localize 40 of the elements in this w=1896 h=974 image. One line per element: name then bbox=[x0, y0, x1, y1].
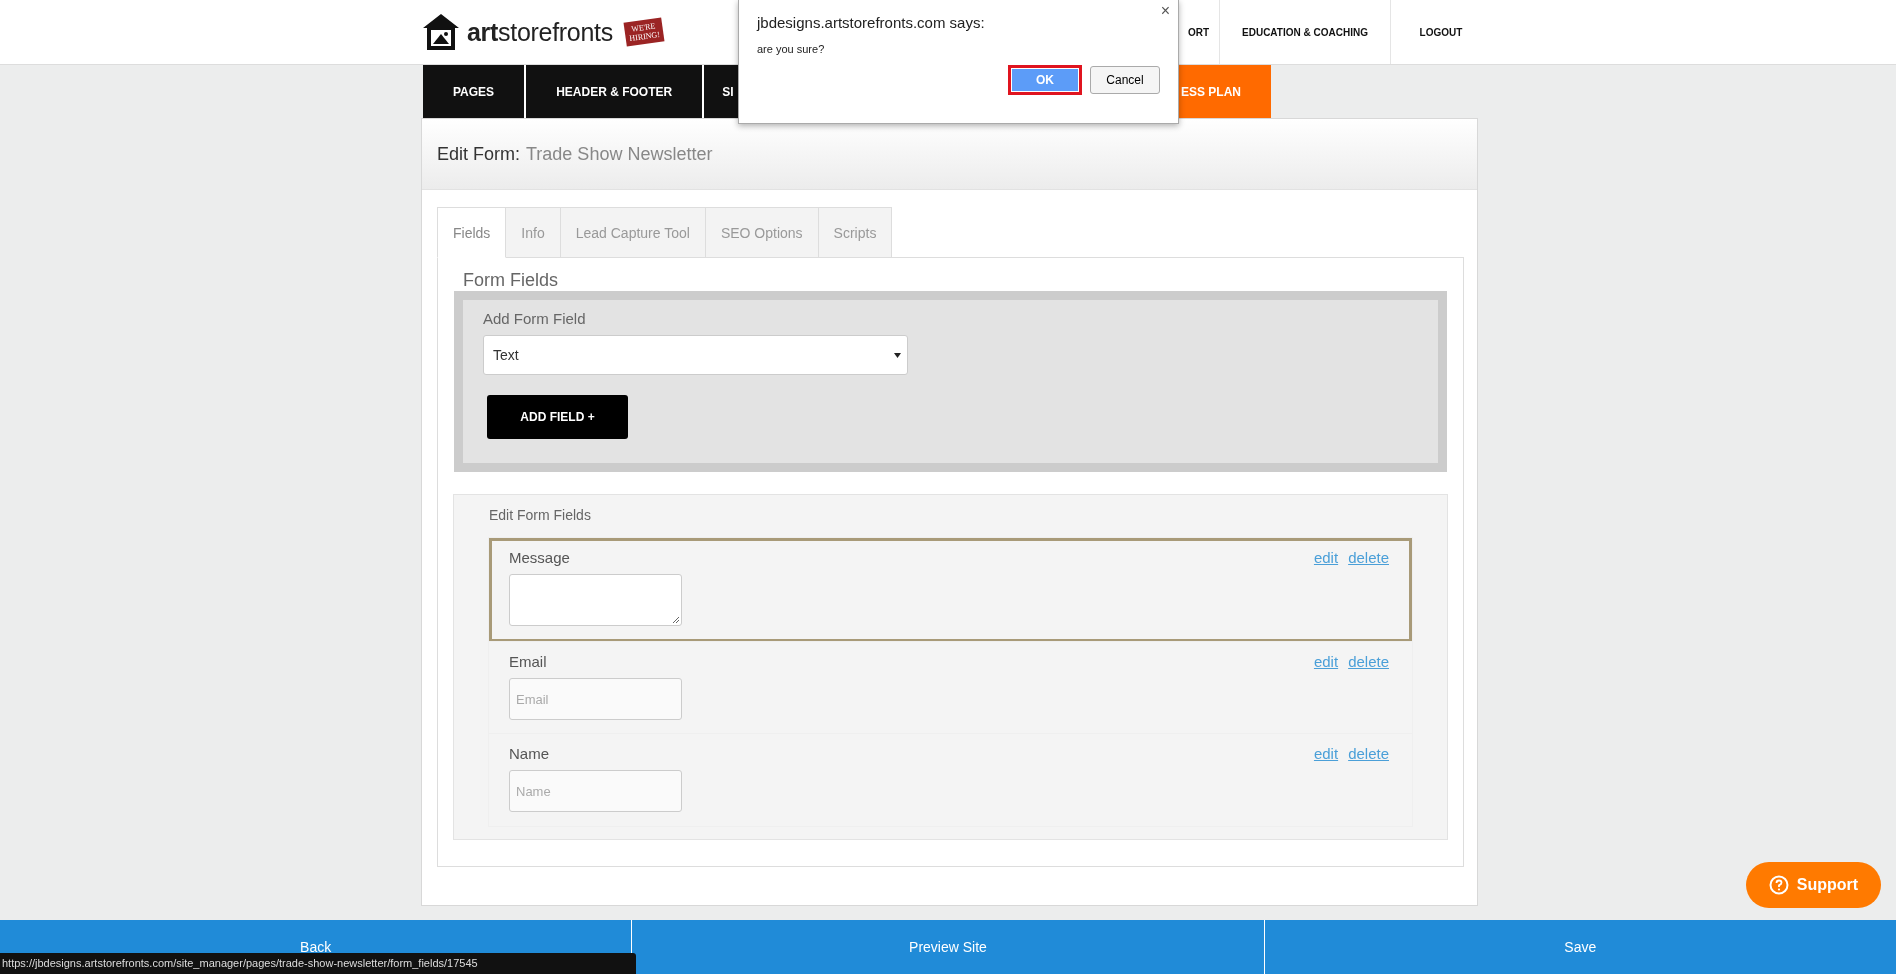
field-label: Edit Form Fields bbox=[489, 507, 592, 523]
nav-tab[interactable]: HEADER & FOOTER bbox=[526, 65, 705, 118]
panel-title-prefix: Edit Form: bbox=[437, 143, 520, 165]
caret-icon bbox=[894, 352, 901, 358]
dialog-title: jbdesigns.artstorefronts.com says: bbox=[757, 14, 986, 31]
logo-wordmark[interactable]: artstorefronts bbox=[467, 17, 613, 47]
cancel-button[interactable]: Cancel bbox=[1090, 66, 1160, 94]
resize-grip-icon bbox=[672, 616, 679, 623]
nav-tab[interactable]: PAGES bbox=[423, 65, 527, 118]
input-field[interactable]: Name bbox=[509, 770, 682, 812]
tab[interactable]: Scripts bbox=[817, 207, 893, 258]
delete-link[interactable]: delete bbox=[1348, 653, 1389, 670]
delete-link[interactable]: delete bbox=[1348, 549, 1389, 566]
hiring-sign[interactable]: WE'RE HIRING! bbox=[623, 17, 665, 47]
edit-link[interactable]: edit bbox=[1313, 549, 1339, 566]
panel-title: Trade Show Newsletter bbox=[526, 143, 713, 165]
field-label: Add Form Field bbox=[483, 310, 587, 327]
section-title: Form Fields bbox=[463, 270, 559, 291]
dialog-message: are you sure? bbox=[757, 43, 826, 55]
delete-link[interactable]: delete bbox=[1348, 745, 1389, 762]
tab[interactable]: Lead Capture Tool bbox=[559, 207, 706, 258]
field-type-select[interactable]: Text bbox=[483, 335, 908, 375]
nav-link[interactable]: EDUCATION & COACHING bbox=[1219, 0, 1390, 64]
message-textarea[interactable] bbox=[509, 574, 682, 626]
tab[interactable]: Info bbox=[505, 207, 561, 258]
nav-link[interactable]: LOGOUT bbox=[1390, 0, 1491, 64]
edit-link[interactable]: edit bbox=[1313, 653, 1339, 670]
add-field-button[interactable]: ADD FIELD + bbox=[487, 395, 628, 439]
form-field-row[interactable]: Message edit delete bbox=[489, 538, 1412, 642]
input-field[interactable]: Email bbox=[509, 678, 682, 720]
field-label: Name bbox=[509, 745, 550, 762]
status-url-tooltip: https://jbdesigns.artstorefronts.com/site_manager/pages/trade-show-newsletter/form_fields/17545 bbox=[0, 953, 636, 974]
support-button[interactable]: Support bbox=[1746, 862, 1881, 908]
edit-link[interactable]: edit bbox=[1313, 745, 1339, 762]
field-label: Email bbox=[509, 653, 548, 670]
field-label: Message bbox=[509, 549, 571, 566]
tab[interactable]: Fields bbox=[437, 207, 507, 258]
ok-button[interactable]: OK bbox=[1008, 65, 1082, 95]
help-icon bbox=[1768, 875, 1789, 895]
tab[interactable]: SEO Options bbox=[704, 207, 819, 258]
